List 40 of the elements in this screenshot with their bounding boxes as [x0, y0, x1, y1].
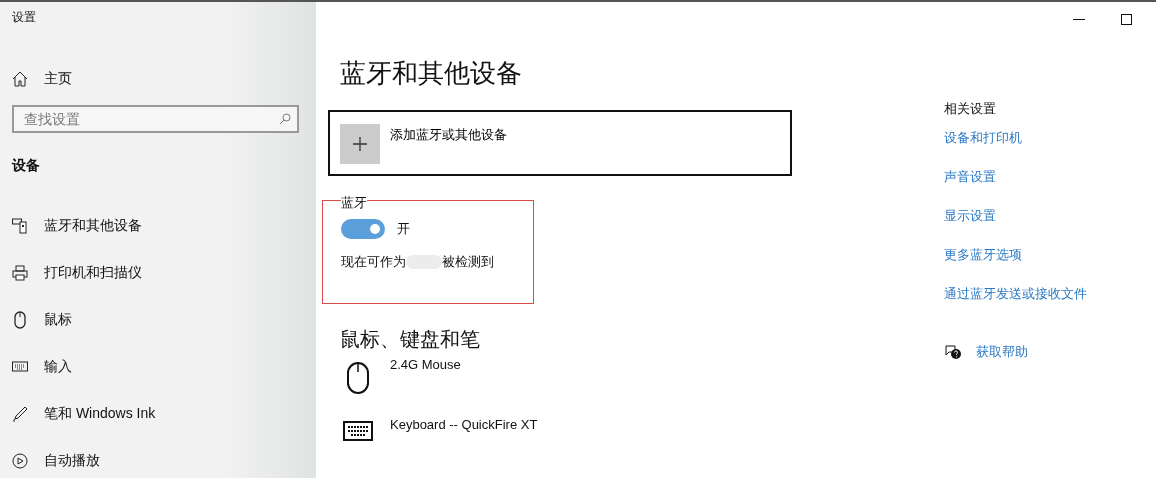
nav-item[interactable]: 笔和 Windows Ink	[12, 390, 316, 437]
home-icon	[12, 71, 28, 87]
settings-link[interactable]: 更多蓝牙选项	[944, 246, 1087, 285]
keyboard-phone-icon	[12, 217, 28, 234]
status-text: 被检测到	[442, 253, 494, 271]
add-device-button[interactable]: 添加蓝牙或其他设备	[328, 110, 792, 176]
printer-icon	[12, 264, 28, 281]
bluetooth-toggle[interactable]	[341, 219, 385, 239]
pen-icon	[12, 405, 28, 422]
section-heading: 设备	[12, 157, 41, 175]
nav-item[interactable]: 蓝牙和其他设备	[12, 202, 316, 249]
nav-item[interactable]: 打印机和扫描仪	[12, 249, 316, 296]
maximize-icon[interactable]	[1121, 14, 1132, 25]
minimize-icon[interactable]	[1073, 18, 1085, 21]
settings-link[interactable]: 显示设置	[944, 207, 1087, 246]
related-title: 相关设置	[944, 100, 997, 118]
help-link[interactable]: 获取帮助	[976, 343, 1028, 361]
search-field[interactable]: 查找设置	[12, 105, 299, 133]
nav-item[interactable]: 鼠标	[12, 296, 316, 343]
bluetooth-label: 蓝牙	[341, 194, 367, 212]
plus-icon	[340, 124, 380, 164]
status-text: 现在可作为	[341, 253, 406, 271]
device-name[interactable]: Keyboard -- QuickFire XT	[390, 417, 538, 432]
nav-item[interactable]: 输入	[12, 343, 316, 390]
settings-link[interactable]: 声音设置	[944, 168, 1087, 207]
page-title: 蓝牙和其他设备	[340, 57, 523, 90]
keyboard-icon	[342, 421, 374, 441]
keyboard-icon	[12, 360, 28, 373]
play-circle-icon	[12, 452, 28, 469]
section-heading: 鼠标、键盘和笔	[340, 327, 481, 352]
mouse-icon	[14, 310, 26, 329]
home-item[interactable]: 主页	[12, 69, 316, 89]
help-chat-icon	[944, 344, 962, 360]
search-icon	[279, 113, 291, 125]
device-name[interactable]: 2.4G Mouse	[390, 357, 461, 372]
settings-link[interactable]: 通过蓝牙发送或接收文件	[944, 285, 1087, 324]
settings-link[interactable]: 设备和打印机	[944, 129, 1087, 168]
toggle-state: 开	[397, 220, 410, 238]
nav-item[interactable]: 自动播放	[12, 437, 316, 478]
window-title: 设置	[12, 9, 37, 26]
